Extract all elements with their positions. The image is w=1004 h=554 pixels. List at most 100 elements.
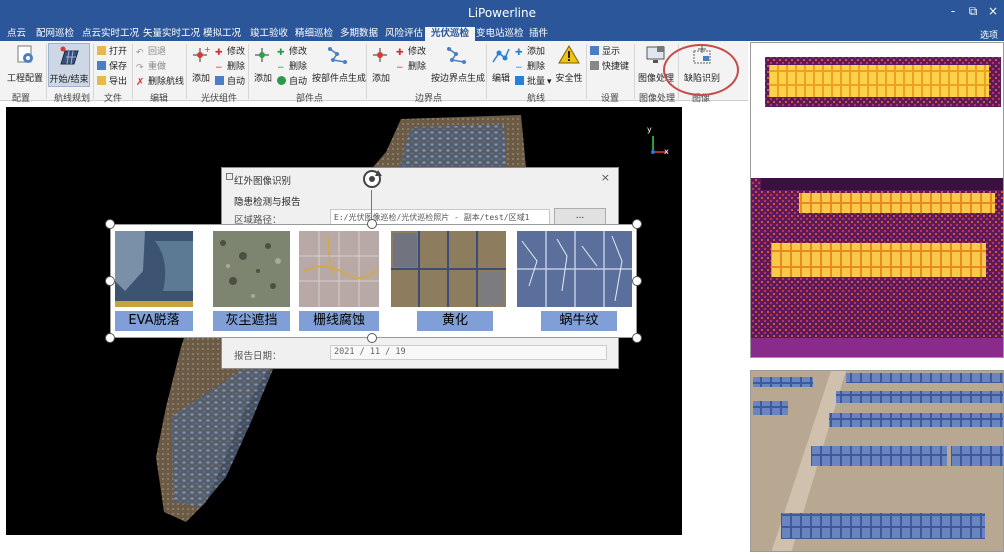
- route-edit-button[interactable]: 编辑: [488, 43, 514, 87]
- tab-pv-inspection[interactable]: 光伏巡检: [425, 27, 476, 41]
- delete-route-button[interactable]: ✗ 删除航线: [136, 75, 184, 89]
- add-boundary-icon: [373, 48, 387, 62]
- route-delete-button[interactable]: − 删除: [515, 60, 545, 74]
- snail-trail-image: [517, 231, 632, 307]
- part-auto-label: 自动: [289, 77, 308, 87]
- warning-icon: [558, 45, 580, 64]
- redo-button[interactable]: ↷ 重做: [136, 60, 166, 74]
- date-input[interactable]: 2021 / 11 / 19: [330, 345, 607, 360]
- tab-risk-assessment[interactable]: 风险评估: [385, 27, 423, 41]
- aerial-pv-image: [751, 371, 1003, 551]
- pv-modify-button[interactable]: ✚ 修改: [215, 45, 245, 59]
- thermal-image-thumbnail[interactable]: [750, 42, 1004, 358]
- undo-button[interactable]: ↶ 回退: [136, 45, 166, 59]
- bound-modify-button[interactable]: ✚ 修改: [396, 45, 426, 59]
- export-icon: [97, 76, 106, 85]
- undo-label: 回退: [148, 47, 167, 57]
- project-config-icon: [17, 45, 33, 63]
- group-pv-component-label: 光伏组件: [201, 94, 238, 104]
- path-input[interactable]: E:/光伏图像巡检/光伏巡检照片 - 副本/test/区域1: [330, 209, 550, 225]
- display-label: 显示: [602, 47, 621, 57]
- remove-icon: −: [215, 63, 223, 73]
- group-image-process-label: 图像处理: [639, 94, 676, 104]
- undo-icon: ↶: [136, 48, 144, 58]
- resize-handle-top-left[interactable]: [105, 219, 115, 229]
- bound-add-button[interactable]: 添加: [368, 43, 394, 87]
- open-button[interactable]: 打开: [97, 45, 127, 59]
- project-config-button[interactable]: 工程配置: [3, 43, 47, 87]
- gen-by-bound-label: 按边界点生成: [431, 74, 486, 84]
- rotate-icon[interactable]: [361, 168, 383, 190]
- minimize-button[interactable]: -: [942, 4, 964, 18]
- options-link[interactable]: 选项: [980, 28, 998, 41]
- resize-handle-bottom-right[interactable]: [632, 333, 642, 343]
- auto-icon: [277, 76, 286, 85]
- tab-pointcloud-realtime[interactable]: 点云实时工况: [82, 27, 139, 41]
- start-end-button[interactable]: 开始/结束: [48, 43, 90, 87]
- route-add-button[interactable]: ✚ 添加: [515, 45, 545, 59]
- solar-panel-icon: [60, 46, 79, 65]
- tab-distribution-inspection[interactable]: 配网巡检: [36, 27, 74, 41]
- save-button[interactable]: 保存: [97, 60, 127, 74]
- tab-point-cloud[interactable]: 点云: [7, 27, 26, 41]
- part-delete-button[interactable]: − 删除: [277, 60, 307, 74]
- part-add-button[interactable]: 添加: [250, 43, 276, 87]
- defect-examples-panel[interactable]: EVA脱落 灰尘遮挡 栅线腐蚀 黄化 蜗牛纹: [110, 224, 637, 338]
- tab-vector-realtime[interactable]: 矢量实时工况: [143, 27, 200, 41]
- group-route-label: 航线: [527, 94, 546, 104]
- part-auto-button[interactable]: 自动: [277, 75, 307, 89]
- ribbon-separator: [186, 44, 187, 99]
- pv-auto-button[interactable]: 自动: [215, 75, 245, 89]
- resize-handle-top-right[interactable]: [632, 219, 642, 229]
- group-edit-label: 编辑: [150, 94, 169, 104]
- safety-button[interactable]: 安全性: [552, 43, 586, 87]
- resize-handle-bottom[interactable]: [367, 333, 377, 343]
- resize-handle-right[interactable]: [632, 276, 642, 286]
- export-button[interactable]: 导出: [97, 75, 127, 89]
- tab-plugins[interactable]: 插件: [529, 27, 548, 41]
- delete-icon: ✗: [136, 77, 145, 88]
- pv-add-button[interactable]: + 添加: [188, 43, 214, 87]
- redo-icon: ↷: [136, 63, 144, 73]
- start-end-label: 开始/结束: [49, 75, 89, 85]
- pv-delete-button[interactable]: − 删除: [215, 60, 245, 74]
- defect-label-dust: 灰尘遮挡: [213, 311, 290, 331]
- group-part-point-label: 部件点: [296, 94, 324, 104]
- bound-delete-button[interactable]: − 删除: [396, 60, 426, 74]
- shortcut-button[interactable]: 快捷键: [590, 60, 629, 74]
- close-button[interactable]: ×: [982, 4, 1004, 18]
- part-add-label: 添加: [253, 74, 272, 84]
- restore-button[interactable]: ⧉: [962, 4, 984, 19]
- route-generate-icon: [328, 47, 347, 64]
- defect-label-corrosion: 栅线腐蚀: [299, 311, 379, 331]
- group-route-plan-label: 航线规划: [54, 94, 91, 104]
- resize-handle-top[interactable]: [367, 219, 377, 229]
- axis-y-label: y: [647, 125, 652, 134]
- resize-handle-left[interactable]: [105, 276, 115, 286]
- export-label: 导出: [109, 77, 128, 87]
- pv-delete-label: 删除: [227, 62, 246, 72]
- display-icon: [590, 46, 599, 55]
- route-edit-label: 编辑: [491, 74, 510, 84]
- rgb-image-thumbnail[interactable]: [750, 370, 1004, 552]
- tab-simulation[interactable]: 模拟工况: [203, 27, 241, 41]
- batch-button[interactable]: 批量 ▾: [515, 75, 552, 89]
- tab-substation[interactable]: 变电站巡检: [476, 27, 524, 41]
- gen-by-bound-button[interactable]: 按边界点生成: [431, 43, 486, 87]
- ribbon-separator: [486, 44, 487, 99]
- date-label: 报告日期：: [234, 351, 282, 362]
- display-button[interactable]: 显示: [590, 45, 620, 59]
- resize-handle-bottom-left[interactable]: [105, 333, 115, 343]
- gen-by-part-button[interactable]: 按部件点生成: [312, 43, 366, 87]
- tab-fine-inspection[interactable]: 精细巡检: [295, 27, 333, 41]
- grid-icon: [215, 76, 224, 85]
- part-modify-button[interactable]: ✚ 修改: [277, 45, 307, 59]
- route-edit-icon: [492, 48, 510, 63]
- tab-acceptance[interactable]: 竣工验收: [250, 27, 288, 41]
- modify-icon: ✚: [277, 48, 285, 58]
- ribbon-separator: [46, 44, 47, 99]
- tab-multi-period[interactable]: 多期数据: [340, 27, 378, 41]
- dialog-close-button[interactable]: ×: [601, 171, 610, 184]
- window-icon: [226, 173, 233, 180]
- modify-icon: ✚: [215, 48, 223, 58]
